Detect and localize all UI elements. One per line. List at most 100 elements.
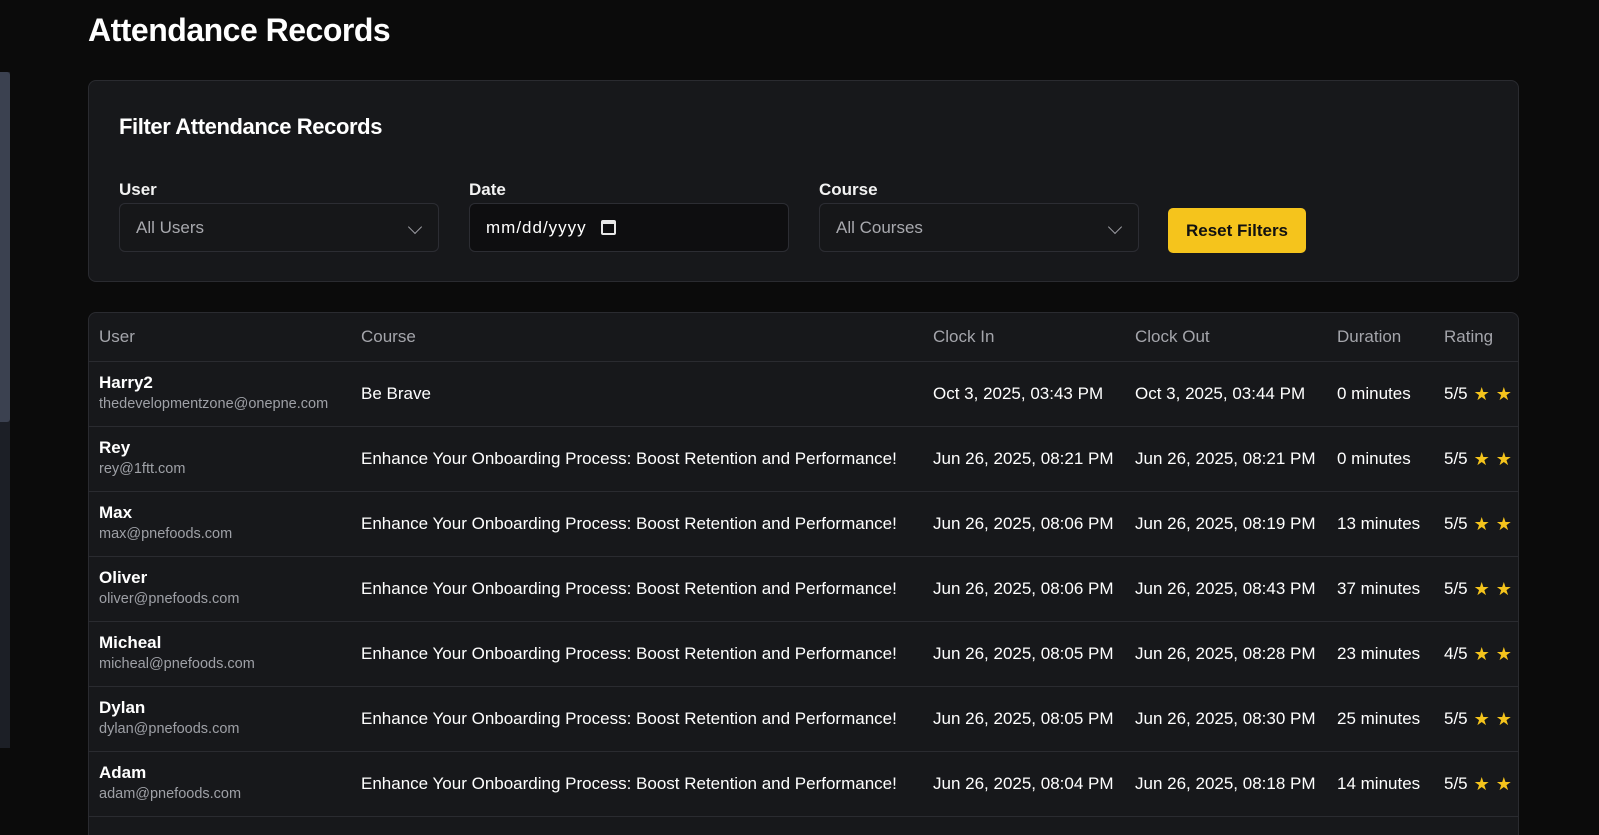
table-header-row: User Course Clock In Clock Out Duration …: [89, 313, 1518, 362]
header-course: Course: [351, 313, 923, 362]
reset-filters-button[interactable]: Reset Filters: [1168, 208, 1306, 253]
star-icon: ★: [1473, 773, 1490, 794]
user-email: dylan@pnefoods.com: [99, 721, 240, 737]
rating-cell: 4/5★★★: [1434, 621, 1518, 687]
course-cell: Enhance Your Onboarding Process: Boost R…: [351, 556, 923, 622]
user-cell: Dylan dylan@pnefoods.com: [89, 686, 351, 752]
rating-cell: 5/5★★★: [1434, 686, 1518, 752]
rating-cell: 5/5★★★: [1434, 361, 1518, 427]
star-icon: ★: [1495, 643, 1512, 664]
user-name: Adam: [99, 763, 147, 782]
duration-cell: 13 minutes: [1327, 491, 1434, 557]
header-rating: Rating: [1434, 313, 1518, 362]
course-select[interactable]: All Courses: [819, 203, 1139, 252]
star-icon: ★: [1495, 448, 1512, 469]
rating-cell: 5/5★★★: [1434, 491, 1519, 557]
rating-cell: 5/5★★★: [1434, 751, 1519, 817]
star-icon: ★: [1495, 383, 1512, 404]
calendar-icon[interactable]: [600, 220, 616, 235]
clock-out-cell: Oct 3, 2025, 03:44 PM: [1125, 361, 1327, 427]
table-row[interactable]: Oliver oliver@pnefoods.com Enhance Your …: [89, 556, 1518, 622]
rating-value: 5/5: [1444, 383, 1468, 403]
date-filter-label: Date: [469, 180, 506, 199]
course-cell: Enhance Your Onboarding Process: Boost R…: [351, 491, 923, 557]
clock-in-cell: Jun 26, 2025, 08:04 PM: [923, 751, 1125, 817]
duration-cell: 0 minutes: [1327, 361, 1434, 427]
rating-value: 5/5: [1444, 578, 1468, 598]
user-cell: Micheal micheal@pnefoods.com: [89, 621, 351, 687]
clock-in-cell: Jun 26, 2025, 08:05 PM: [923, 621, 1125, 687]
attendance-table-card: User Course Clock In Clock Out Duration …: [88, 312, 1519, 835]
clock-out-cell: Jun 26, 2025, 08:43 PM: [1125, 556, 1327, 622]
user-cell: Max max@pnefoods.com: [89, 491, 351, 557]
user-email: rey@1ftt.com: [99, 461, 186, 477]
page-title: Attendance Records: [88, 12, 391, 48]
table-row[interactable]: Dylan dylan@pnefoods.com Enhance Your On…: [89, 686, 1518, 752]
star-icon: ★: [1518, 775, 1519, 793]
date-input-value: mm/dd/yyyy: [486, 217, 587, 237]
user-name: Harry2: [99, 373, 153, 392]
star-icon: ★: [1473, 513, 1490, 534]
rating-cell: 5/5★★★: [1434, 426, 1519, 492]
course-cell: Enhance Your Onboarding Process: Boost R…: [351, 426, 923, 492]
course-cell: Enhance Your Onboarding Process: Boost R…: [351, 751, 923, 817]
header-clock-out: Clock Out: [1125, 313, 1327, 362]
star-icon: ★: [1495, 578, 1512, 599]
rating-cell: 5/5★★★: [1434, 556, 1518, 622]
left-scrollbar-thumb[interactable]: [0, 72, 10, 422]
star-icon: ★: [1473, 448, 1490, 469]
course-select-value: All Courses: [836, 217, 923, 237]
course-cell: Be Brave: [351, 361, 923, 427]
duration-cell: 23 minutes: [1327, 621, 1434, 687]
attendance-page: Attendance Records Filter Attendance Rec…: [0, 0, 1599, 835]
duration-cell: 25 minutes: [1327, 686, 1434, 752]
rating-value: 5/5: [1444, 708, 1468, 728]
star-icon: ★: [1473, 708, 1490, 729]
clock-out-cell: Jun 26, 2025, 08:19 PM: [1125, 491, 1327, 557]
clock-in-cell: Oct 3, 2025, 03:43 PM: [923, 361, 1125, 427]
user-select-value: All Users: [136, 217, 205, 237]
chevron-down-icon: [1107, 219, 1123, 235]
user-filter: User All Users: [119, 179, 439, 252]
date-filter: Date mm/dd/yyyy: [469, 179, 789, 252]
user-email: micheal@pnefoods.com: [99, 656, 255, 672]
table-row[interactable]: Harry2 thedevelopmentzone@onepne.com Be …: [89, 361, 1518, 427]
user-name: Dylan: [99, 698, 146, 717]
clock-out-cell: Jun 26, 2025, 08:30 PM: [1125, 686, 1327, 752]
user-email: oliver@pnefoods.com: [99, 591, 240, 607]
table-row[interactable]: Max max@pnefoods.com Enhance Your Onboar…: [89, 491, 1519, 557]
star-icon: ★: [1518, 450, 1519, 468]
clock-in-cell: Jun 26, 2025, 08:06 PM: [923, 556, 1125, 622]
filter-card: Filter Attendance Records User All Users…: [88, 80, 1519, 282]
star-icon: ★: [1473, 383, 1490, 404]
clock-out-cell: Jun 26, 2025, 08:18 PM: [1125, 751, 1327, 817]
star-icon: ★: [1495, 708, 1512, 729]
star-icon: ★: [1473, 643, 1490, 664]
header-clock-in: Clock In: [923, 313, 1125, 362]
star-icon: ★: [1473, 578, 1490, 599]
user-name: Rey: [99, 438, 131, 457]
chevron-down-icon: [407, 219, 423, 235]
user-name: Micheal: [99, 633, 162, 652]
table-row[interactable]: Micheal micheal@pnefoods.com Enhance You…: [89, 621, 1518, 687]
course-filter: Course All Courses: [819, 179, 1139, 252]
clock-in-cell: Jun 26, 2025, 08:05 PM: [923, 686, 1125, 752]
course-cell: Enhance Your Onboarding Process: Boost R…: [351, 621, 923, 687]
user-filter-label: User: [119, 180, 157, 199]
user-cell: Oliver oliver@pnefoods.com: [89, 556, 351, 622]
date-input[interactable]: mm/dd/yyyy: [469, 203, 789, 252]
user-name: Oliver: [99, 568, 148, 587]
course-cell: Enhance Your Onboarding Process: Boost R…: [351, 686, 923, 752]
rating-value: 5/5: [1444, 513, 1468, 533]
table-row[interactable]: Adam adam@pnefoods.com Enhance Your Onbo…: [89, 751, 1519, 817]
clock-out-cell: Jun 26, 2025, 08:28 PM: [1125, 621, 1327, 687]
duration-cell: 14 minutes: [1327, 751, 1434, 817]
user-select[interactable]: All Users: [119, 203, 439, 252]
table-row[interactable]: Rey rey@1ftt.com Enhance Your Onboarding…: [89, 426, 1519, 492]
attendance-table: User Course Clock In Clock Out Duration …: [89, 313, 1519, 817]
duration-cell: 37 minutes: [1327, 556, 1434, 622]
star-icon: ★: [1495, 773, 1512, 794]
header-user: User: [89, 313, 351, 362]
star-icon: ★: [1518, 515, 1519, 533]
rating-value: 5/5: [1444, 448, 1468, 468]
